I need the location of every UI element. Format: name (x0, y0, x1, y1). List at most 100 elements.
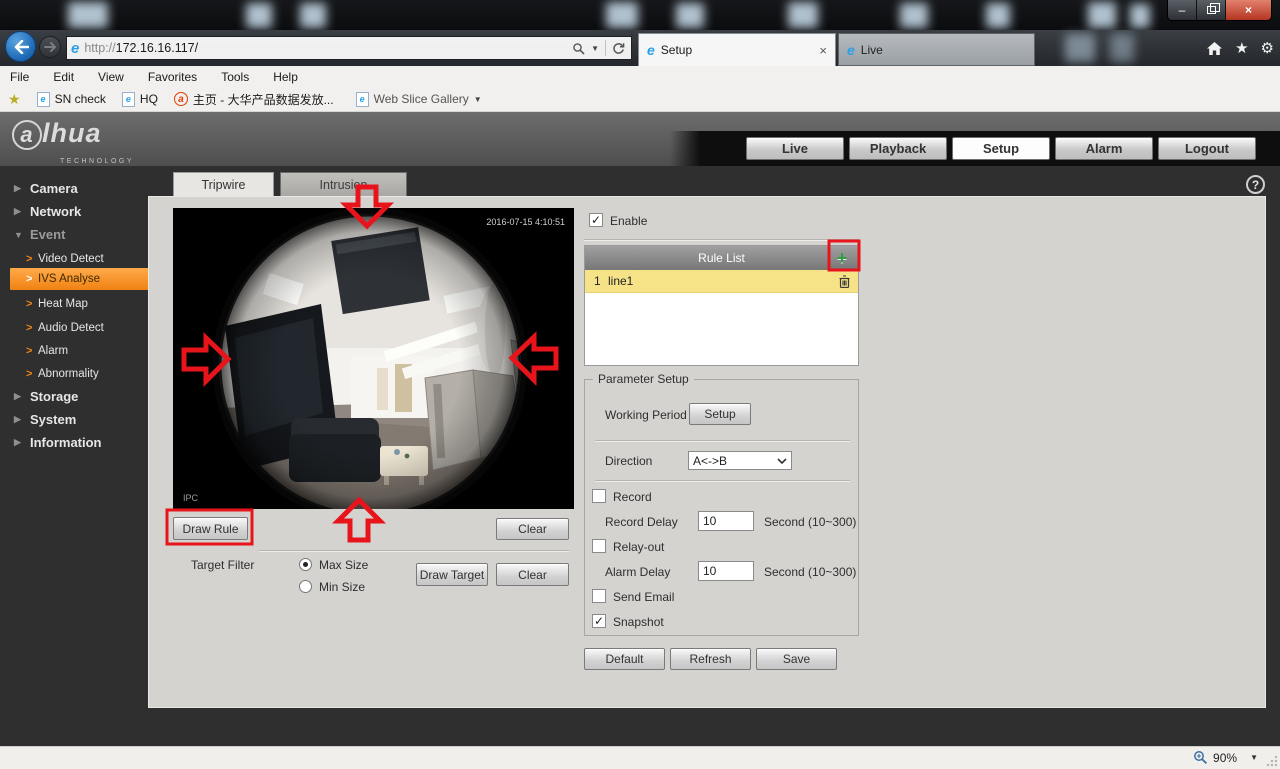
add-favorite-star-icon[interactable]: ★ (8, 91, 21, 108)
separator (259, 550, 569, 552)
sidebar-item-abnormality[interactable]: > Abnormality (0, 364, 152, 383)
settings-gear-icon[interactable]: ⚙ (1261, 39, 1274, 57)
chevron-right-icon: > (26, 273, 32, 285)
add-rule-button[interactable]: + (832, 248, 852, 268)
draw-target-button[interactable]: Draw Target (416, 563, 488, 586)
rule-number: 1 (594, 274, 608, 288)
restore-button[interactable] (1197, 0, 1226, 20)
min-size-label: Min Size (319, 580, 365, 594)
working-period-setup-button[interactable]: Setup (689, 403, 751, 425)
delete-rule-button[interactable] (839, 275, 850, 291)
favorite-dahua-home[interactable]: a 主页 - 大华产品数据发放... (174, 91, 334, 108)
menu-item-favorites[interactable]: Favorites (148, 70, 197, 84)
forward-arrow-icon (44, 42, 56, 52)
taskbar-thumbnail (788, 2, 818, 28)
page-icon: e (356, 92, 369, 107)
sidebar-item-camera[interactable]: ▶ Camera (0, 179, 152, 198)
tab-close-icon[interactable]: × (819, 43, 827, 58)
camera-preview[interactable]: 2016-07-15 4:10:51 IPC (173, 208, 574, 509)
nav-button-alarm[interactable]: Alarm (1055, 137, 1153, 160)
search-icon[interactable] (572, 42, 585, 55)
tab-intrusion[interactable]: Intrusion (280, 172, 407, 196)
rule-list-header: Rule List + (585, 246, 858, 270)
sidebar-item-information[interactable]: ▶ Information (0, 433, 152, 452)
taskbar-thumbnail (606, 2, 638, 28)
screen: – × e http://172.16.16.117/ ▼ e Setup (0, 0, 1280, 769)
help-icon[interactable]: ? (1246, 175, 1265, 194)
sidebar-item-network[interactable]: ▶ Network (0, 202, 152, 221)
browser-tab-setup[interactable]: e Setup × (638, 33, 836, 66)
sidebar-item-video-detect[interactable]: > Video Detect (0, 249, 152, 268)
url-scheme: http:// (84, 41, 115, 55)
sidebar-item-alarm[interactable]: > Alarm (0, 341, 152, 360)
resize-grip[interactable] (1266, 755, 1278, 767)
nav-button-live[interactable]: Live (746, 137, 844, 160)
chevron-right-icon: > (26, 253, 32, 265)
max-size-radio[interactable] (299, 558, 312, 571)
search-caret-icon[interactable]: ▼ (591, 44, 599, 53)
app-header: alhua TECHNOLOGY Live Playback Setup Ala… (0, 112, 1280, 166)
chevron-right-icon: > (26, 368, 32, 380)
zoom-control[interactable]: 90% ▼ (1193, 750, 1258, 765)
favorites-star-icon[interactable]: ★ (1235, 39, 1248, 57)
record-delay-input[interactable] (698, 511, 754, 531)
sidebar-item-system[interactable]: ▶ System (0, 410, 152, 429)
nav-button-playback[interactable]: Playback (849, 137, 947, 160)
close-icon: × (1245, 3, 1252, 17)
favorite-sn-check[interactable]: e SN check (37, 92, 106, 107)
taskbar-thumbnail (676, 3, 704, 28)
nav-button-setup[interactable]: Setup (952, 137, 1050, 160)
default-button[interactable]: Default (584, 648, 665, 670)
snapshot-checkbox[interactable]: ✓ (592, 614, 606, 628)
url-text[interactable]: http://172.16.16.117/ (84, 41, 572, 55)
sidebar-item-label: Camera (30, 181, 78, 196)
save-button[interactable]: Save (756, 648, 837, 670)
video-watermark: IPC (183, 493, 199, 503)
refresh-button[interactable]: Refresh (670, 648, 751, 670)
send-email-checkbox[interactable] (592, 589, 606, 603)
draw-rule-button[interactable]: Draw Rule (173, 517, 248, 540)
menu-item-file[interactable]: File (10, 70, 29, 84)
sidebar-item-audio-detect[interactable]: > Audio Detect (0, 318, 152, 337)
menu-item-tools[interactable]: Tools (221, 70, 249, 84)
logo-subtitle: TECHNOLOGY (60, 158, 134, 165)
sidebar-item-label: IVS Analyse (38, 273, 100, 285)
forward-button[interactable] (39, 36, 61, 58)
dahua-a-icon: a (174, 92, 188, 106)
favorite-web-slice-gallery[interactable]: e Web Slice Gallery ▼ (356, 92, 482, 107)
browser-tab-live[interactable]: e Live (838, 33, 1035, 66)
enable-checkbox[interactable]: ✓ (589, 213, 603, 227)
record-delay-label: Record Delay (605, 515, 678, 529)
favorite-hq[interactable]: e HQ (122, 92, 158, 107)
sidebar-item-event[interactable]: ▼ Event (0, 225, 152, 244)
direction-select[interactable]: A<->B (688, 451, 792, 470)
sidebar-item-ivs-analyse[interactable]: > IVS Analyse (10, 268, 152, 290)
direction-value: A<->B (693, 454, 727, 468)
address-bar[interactable]: e http://172.16.16.117/ ▼ (66, 36, 632, 60)
separator (595, 480, 850, 482)
chevron-right-icon: > (26, 322, 32, 334)
refresh-icon[interactable] (612, 42, 625, 55)
check-icon: ✓ (594, 615, 604, 627)
sidebar-item-storage[interactable]: ▶ Storage (0, 387, 152, 406)
back-button[interactable] (5, 31, 36, 62)
alarm-delay-input[interactable] (698, 561, 754, 581)
clear-rule-button[interactable]: Clear (496, 518, 569, 540)
minimize-button[interactable]: – (1168, 0, 1197, 20)
record-checkbox[interactable] (592, 489, 606, 503)
browser-navbar: e http://172.16.16.117/ ▼ e Setup × e Li… (0, 30, 1280, 66)
relay-out-checkbox[interactable] (592, 539, 606, 553)
tab-tripwire[interactable]: Tripwire (173, 172, 274, 196)
close-button[interactable]: × (1226, 0, 1271, 20)
menu-item-edit[interactable]: Edit (53, 70, 74, 84)
nav-button-logout[interactable]: Logout (1158, 137, 1256, 160)
rule-list-row[interactable]: 1 line1 (585, 270, 858, 293)
navbar-glass-blur (1110, 34, 1134, 62)
min-size-radio[interactable] (299, 580, 312, 593)
sidebar-item-label: System (30, 412, 76, 427)
clear-target-button[interactable]: Clear (496, 563, 569, 586)
menu-item-view[interactable]: View (98, 70, 124, 84)
menu-item-help[interactable]: Help (273, 70, 298, 84)
home-icon[interactable] (1206, 41, 1223, 56)
sidebar-item-heat-map[interactable]: > Heat Map (0, 294, 152, 313)
